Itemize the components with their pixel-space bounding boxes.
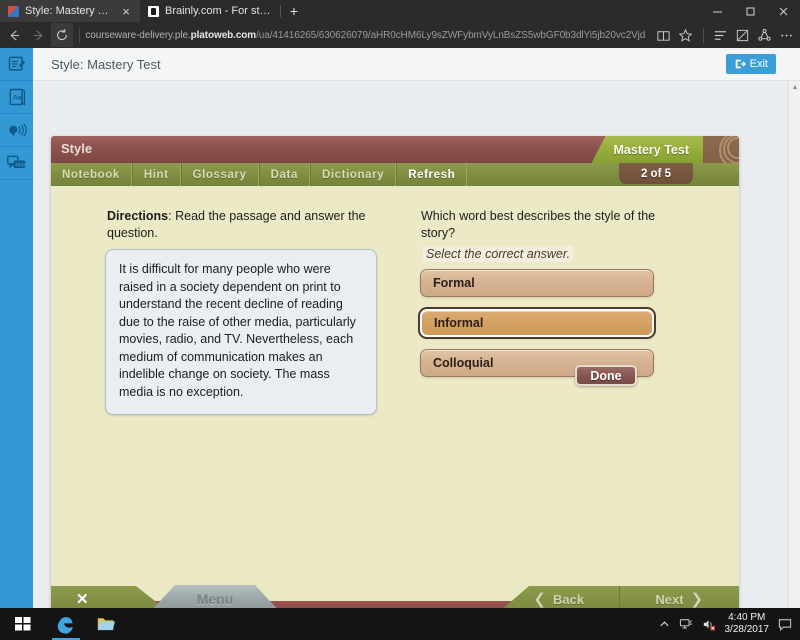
browser-toolbar: courseware-delivery.ple.platoweb.com/ua/… [0, 22, 800, 48]
url-prefix: courseware-delivery.ple. [85, 29, 191, 41]
tab-close-icon[interactable]: × [120, 5, 132, 18]
glossary-icon[interactable]: Aa [0, 81, 33, 114]
scroll-up-icon[interactable]: ▲ [789, 81, 800, 93]
system-tray: 4:40 PM 3/28/2017 [659, 612, 800, 636]
exit-label: Exit [749, 58, 768, 70]
browser-tab-0[interactable]: Style: Mastery Test × [0, 0, 140, 22]
browser-tab-title: Style: Mastery Test [25, 5, 114, 17]
forward-icon[interactable] [28, 23, 50, 47]
mastery-test-badge: Mastery Test [591, 136, 705, 163]
share-icon[interactable] [754, 23, 774, 47]
svg-text:Aa: Aa [12, 95, 21, 102]
passage-box: It is difficult for many people who were… [105, 249, 377, 415]
url-path: /ua/41416265/630626079/aHR0cHM6Ly9sZWFyb… [256, 29, 646, 41]
web-note-icon[interactable] [732, 23, 752, 47]
maximize-icon[interactable] [734, 0, 767, 22]
answer-choice-informal[interactable]: Informal [418, 307, 656, 339]
instruction-text: Select the correct answer. [423, 246, 574, 262]
browser-tab-1[interactable]: Brainly.com - For students. I [140, 0, 280, 22]
back-button[interactable]: ❮ Back [499, 586, 619, 608]
toolbar-divider [702, 27, 704, 43]
tool-rail: Aa Hola [0, 48, 33, 608]
answer-choice-formal[interactable]: Formal [420, 269, 654, 297]
edge-icon[interactable] [46, 608, 86, 640]
new-tab-button[interactable]: + [281, 0, 307, 22]
back-label: Back [553, 591, 585, 607]
answer-choice-label: Colloquial [433, 356, 494, 370]
url-text: courseware-delivery.ple.platoweb.com/ua/… [85, 30, 646, 41]
courseware-app: Style Mastery Test Notebook Hint Glossar… [51, 136, 739, 608]
notebook-icon[interactable] [0, 48, 33, 81]
page-viewport: Aa Hola Style: Mastery Test Exit ▲ Style… [0, 48, 800, 608]
reading-view-icon[interactable] [654, 23, 674, 47]
menu-button[interactable]: Menu [149, 585, 281, 608]
menu-label: Menu [196, 591, 234, 607]
clock-time: 4:40 PM [728, 612, 766, 623]
window-controls [701, 0, 800, 22]
next-button[interactable]: Next ❯ [618, 586, 740, 608]
chevron-right-icon: ❯ [690, 591, 704, 608]
tabs-filler [467, 163, 739, 186]
browser-tab-title: Brainly.com - For students. I [165, 5, 272, 17]
question-counter: 2 of 5 [618, 163, 693, 184]
network-icon[interactable] [679, 618, 693, 631]
more-icon[interactable] [776, 23, 796, 47]
action-center-icon[interactable] [778, 618, 792, 631]
exit-icon [735, 59, 746, 69]
footer-navigation: ❮ Back Next ❯ [499, 586, 739, 608]
tab-data[interactable]: Data [258, 163, 310, 186]
minimize-icon[interactable] [701, 0, 734, 22]
svg-text:Hola: Hola [15, 162, 26, 168]
url-domain: platoweb.com [190, 29, 257, 41]
favorite-star-icon[interactable] [676, 23, 696, 47]
tab-refresh[interactable]: Refresh [396, 163, 468, 186]
page-scrollbar[interactable]: ▲ [788, 81, 800, 608]
chevron-left-icon: ❮ [533, 591, 546, 608]
brainly-icon [148, 5, 159, 17]
volume-muted-icon[interactable] [702, 618, 716, 631]
answer-choice-label: Formal [433, 276, 475, 290]
close-icon: ✕ [76, 590, 89, 608]
toolbar-divider [78, 27, 80, 43]
start-icon[interactable] [0, 608, 46, 640]
question-text: Which word best describes the style of t… [421, 209, 656, 240]
mastery-test-label: Mastery Test [613, 142, 690, 157]
file-explorer-icon[interactable] [86, 608, 126, 640]
refresh-icon[interactable] [51, 23, 73, 47]
address-bar[interactable]: courseware-delivery.ple.platoweb.com/ua/… [85, 23, 652, 47]
plato-icon [8, 5, 19, 17]
app-canvas: Directions: Read the passage and answer … [51, 186, 739, 581]
question-counter-label: 2 of 5 [640, 167, 671, 180]
clock-date: 3/28/2017 [724, 624, 770, 635]
directions-text: Directions: Read the passage and answer … [107, 208, 389, 242]
hub-icon[interactable] [711, 23, 731, 47]
back-icon[interactable] [4, 23, 26, 47]
next-label: Next [655, 591, 684, 607]
tab-hint[interactable]: Hint [131, 163, 181, 186]
app-lesson-title: Style [61, 141, 93, 156]
app-footer: ✕ Menu ❮ Back Next ❯ [51, 581, 739, 608]
tab-glossary[interactable]: Glossary [180, 163, 259, 186]
translate-icon[interactable]: Hola [0, 147, 33, 180]
close-lesson-button[interactable]: ✕ [51, 586, 169, 608]
tray-chevron-icon[interactable] [659, 619, 670, 630]
done-button[interactable]: Done [575, 365, 637, 386]
browser-tab-bar: Style: Mastery Test × Brainly.com - For … [0, 0, 800, 22]
app-frame: Style Mastery Test Notebook Hint Glossar… [51, 136, 739, 608]
directions-label: Directions [107, 209, 169, 223]
close-icon[interactable] [767, 0, 800, 22]
read-aloud-icon[interactable] [0, 114, 33, 147]
answer-choice-label: Informal [434, 316, 484, 330]
course-header: Style: Mastery Test Exit [33, 48, 800, 81]
tab-dictionary[interactable]: Dictionary [309, 163, 397, 186]
taskbar-clock[interactable]: 4:40 PM 3/28/2017 [725, 612, 770, 636]
tab-notebook[interactable]: Notebook [51, 163, 132, 186]
windows-taskbar: 4:40 PM 3/28/2017 [0, 608, 800, 640]
app-titlebar: Style Mastery Test [51, 136, 739, 178]
exit-button[interactable]: Exit [725, 54, 776, 74]
page-title: Style: Mastery Test [51, 56, 161, 72]
